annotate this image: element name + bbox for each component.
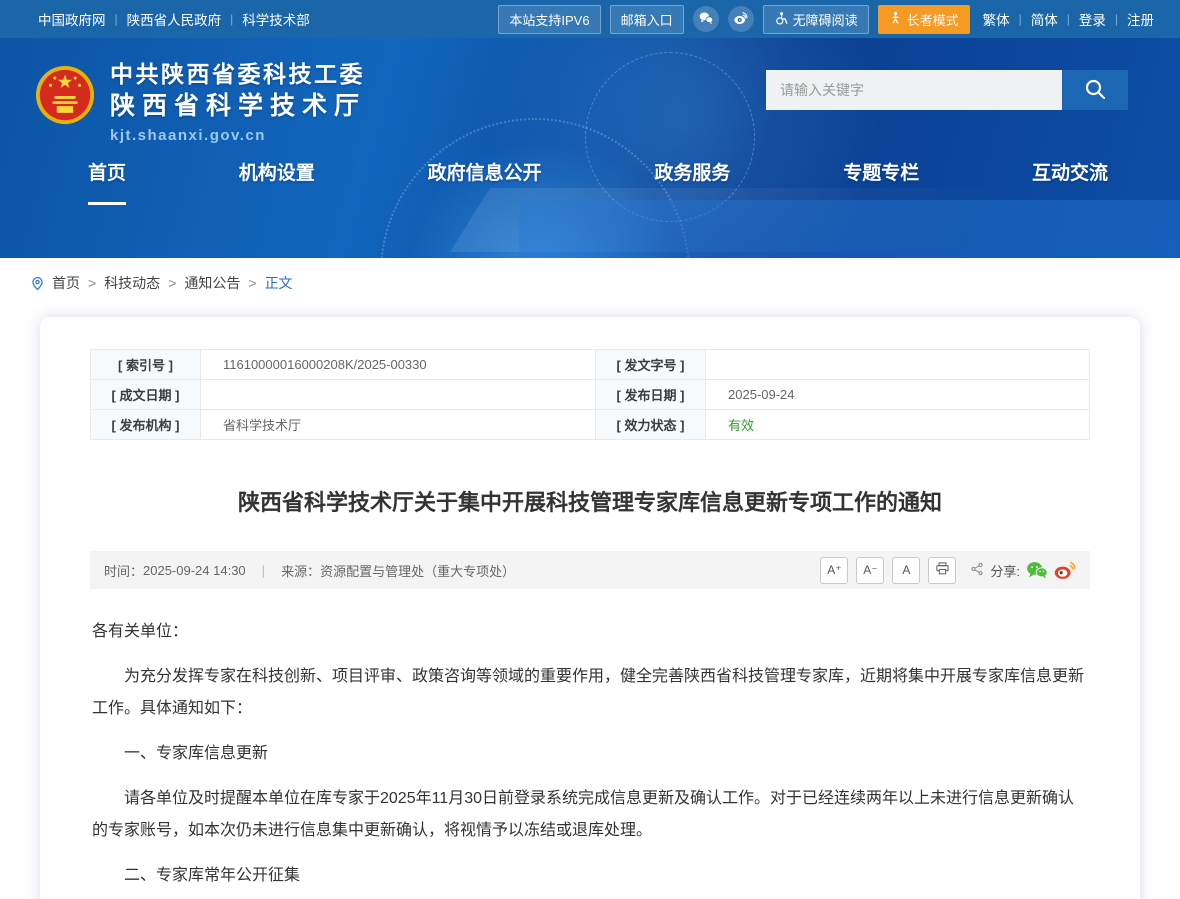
divider: | bbox=[1067, 12, 1070, 26]
article-paragraph: 为充分发挥专家在科技创新、项目评审、政策咨询等领域的重要作用，健全完善陕西省科技… bbox=[92, 661, 1088, 725]
register-link[interactable]: 注册 bbox=[1127, 9, 1154, 29]
nav-item-gov-services[interactable]: 政务服务 bbox=[654, 158, 730, 205]
accessibility-label: 无障碍阅读 bbox=[793, 10, 858, 29]
publish-date-label: [ 发布日期 ] bbox=[596, 380, 706, 410]
written-date-label: [ 成文日期 ] bbox=[91, 380, 201, 410]
table-row: [ 成文日期 ] [ 发布日期 ] 2025-09-24 bbox=[91, 380, 1090, 410]
national-emblem-logo bbox=[34, 64, 96, 126]
language-account-links: 繁体 | 简体 | 登录 | 注册 bbox=[983, 9, 1154, 29]
breadcrumb-separator: > bbox=[168, 275, 176, 291]
doc-number-value bbox=[706, 350, 1090, 380]
breadcrumb: 首页 > 科技动态 > 通知公告 > 正文 bbox=[0, 258, 1180, 305]
gov-links: 中国政府网 | 陕西省人民政府 | 科学技术部 bbox=[38, 9, 310, 29]
breadcrumb-home[interactable]: 首页 bbox=[52, 273, 80, 293]
font-smaller-button[interactable]: A⁻ bbox=[856, 557, 884, 584]
weibo-icon bbox=[733, 10, 749, 29]
nav-item-organization[interactable]: 机构设置 bbox=[239, 158, 315, 205]
article-body: 各有关单位： 为充分发挥专家在科技创新、项目评审、政策咨询等领域的重要作用，健全… bbox=[90, 589, 1090, 899]
source-label: 来源： bbox=[281, 561, 320, 580]
print-button[interactable] bbox=[928, 557, 956, 584]
site-url: kjt.shaanxi.gov.cn bbox=[110, 127, 366, 144]
meta-divider: | bbox=[262, 563, 265, 578]
nav-item-interaction[interactable]: 互动交流 bbox=[1032, 158, 1108, 205]
time-value: 2025-09-24 14:30 bbox=[143, 563, 246, 578]
article-section-heading: 二、专家库常年公开征集 bbox=[92, 860, 1088, 892]
top-utility-actions: 本站支持IPV6 邮箱入口 无障碍阅读 长者模式 繁体 | bbox=[498, 5, 1154, 34]
site-search bbox=[766, 70, 1128, 110]
search-button[interactable] bbox=[1062, 70, 1128, 110]
font-larger-button[interactable]: A⁺ bbox=[820, 557, 848, 584]
publisher-label: [ 发布机构 ] bbox=[91, 410, 201, 440]
nav-item-special-topics[interactable]: 专题专栏 bbox=[843, 158, 919, 205]
nav-item-gov-info[interactable]: 政府信息公开 bbox=[428, 158, 542, 205]
doc-number-label: [ 发文字号 ] bbox=[596, 350, 706, 380]
org-name-line2: 陕西省科学技术厅 bbox=[110, 90, 366, 123]
breadcrumb-tech-news[interactable]: 科技动态 bbox=[104, 273, 160, 293]
article-meta-bar: 时间： 2025-09-24 14:30 | 来源： 资源配置与管理处（重大专项… bbox=[90, 551, 1090, 589]
breadcrumb-separator: > bbox=[248, 275, 256, 291]
article-paragraph: 请各单位及时提醒本单位在库专家于2025年11月30日前登录系统完成信息更新及确… bbox=[92, 783, 1088, 847]
link-shaanxi-gov[interactable]: 陕西省人民政府 bbox=[127, 9, 222, 29]
site-title-block: 中共陕西省委科技工委 陕西省科学技术厅 kjt.shaanxi.gov.cn bbox=[110, 58, 366, 144]
index-number-value: 11610000016000208K/2025-00330 bbox=[201, 350, 596, 380]
search-icon bbox=[1083, 77, 1107, 104]
location-pin-icon bbox=[30, 276, 45, 291]
accessibility-button[interactable]: 无障碍阅读 bbox=[763, 5, 869, 34]
share-group: 分享: bbox=[970, 560, 1076, 580]
index-number-label: [ 索引号 ] bbox=[91, 350, 201, 380]
validity-value: 有效 bbox=[706, 410, 1090, 440]
font-reset-button[interactable]: A bbox=[892, 557, 920, 584]
table-row: [ 索引号 ] 11610000016000208K/2025-00330 [ … bbox=[91, 350, 1090, 380]
wechat-button[interactable] bbox=[693, 6, 719, 32]
ipv6-button[interactable]: 本站支持IPV6 bbox=[498, 5, 600, 34]
search-input[interactable] bbox=[766, 70, 1062, 110]
article-section-heading: 一、专家库信息更新 bbox=[92, 738, 1088, 770]
written-date-value bbox=[201, 380, 596, 410]
top-utility-bar: 中国政府网 | 陕西省人民政府 | 科学技术部 本站支持IPV6 邮箱入口 无障… bbox=[0, 0, 1180, 38]
table-row: [ 发布机构 ] 省科学技术厅 [ 效力状态 ] 有效 bbox=[91, 410, 1090, 440]
validity-label: [ 效力状态 ] bbox=[596, 410, 706, 440]
nav-item-home[interactable]: 首页 bbox=[88, 158, 126, 205]
elder-mode-label: 长者模式 bbox=[907, 10, 959, 29]
page-title: 陕西省科学技术厅关于集中开展科技管理专家库信息更新专项工作的通知 bbox=[100, 486, 1080, 519]
accessibility-icon bbox=[774, 11, 788, 28]
publish-date-value: 2025-09-24 bbox=[706, 380, 1090, 410]
breadcrumb-separator: > bbox=[88, 275, 96, 291]
article-toolbar: A⁺ A⁻ A 分享: bbox=[820, 557, 1076, 584]
weibo-button[interactable] bbox=[728, 6, 754, 32]
divider: | bbox=[1115, 12, 1118, 26]
site-banner: 中共陕西省委科技工委 陕西省科学技术厅 kjt.shaanxi.gov.cn 首… bbox=[0, 38, 1180, 258]
time-label: 时间： bbox=[104, 561, 143, 580]
printer-icon bbox=[935, 561, 950, 579]
simplified-link[interactable]: 简体 bbox=[1031, 9, 1058, 29]
source-value: 资源配置与管理处（重大专项处） bbox=[320, 561, 515, 580]
share-weibo-icon[interactable] bbox=[1054, 560, 1076, 580]
mail-entry-button[interactable]: 邮箱入口 bbox=[610, 5, 684, 34]
article-card: [ 索引号 ] 11610000016000208K/2025-00330 [ … bbox=[40, 317, 1140, 899]
document-info-table: [ 索引号 ] 11610000016000208K/2025-00330 [ … bbox=[90, 349, 1090, 440]
org-name-line1: 中共陕西省委科技工委 bbox=[110, 58, 366, 90]
elder-mode-button[interactable]: 长者模式 bbox=[878, 5, 970, 34]
wechat-icon bbox=[698, 10, 714, 29]
link-most[interactable]: 科学技术部 bbox=[242, 9, 310, 29]
main-nav: 首页 机构设置 政府信息公开 政务服务 专题专栏 互动交流 bbox=[88, 158, 1108, 205]
banner-decoration bbox=[519, 200, 1180, 258]
publisher-value: 省科学技术厅 bbox=[201, 410, 596, 440]
link-china-gov[interactable]: 中国政府网 bbox=[38, 9, 106, 29]
site-brand: 中共陕西省委科技工委 陕西省科学技术厅 kjt.shaanxi.gov.cn bbox=[34, 58, 366, 144]
divider: | bbox=[1019, 12, 1022, 26]
breadcrumb-current[interactable]: 正文 bbox=[265, 273, 293, 293]
breadcrumb-notices[interactable]: 通知公告 bbox=[184, 273, 240, 293]
traditional-link[interactable]: 繁体 bbox=[983, 9, 1010, 29]
divider: | bbox=[115, 12, 118, 26]
share-wechat-icon[interactable] bbox=[1026, 560, 1048, 580]
share-label: 分享: bbox=[990, 561, 1020, 580]
article-paragraph: 各有关单位： bbox=[92, 616, 1088, 648]
share-nodes-icon bbox=[970, 562, 984, 579]
elder-person-icon bbox=[889, 11, 902, 27]
login-link[interactable]: 登录 bbox=[1079, 9, 1106, 29]
divider: | bbox=[230, 12, 233, 26]
